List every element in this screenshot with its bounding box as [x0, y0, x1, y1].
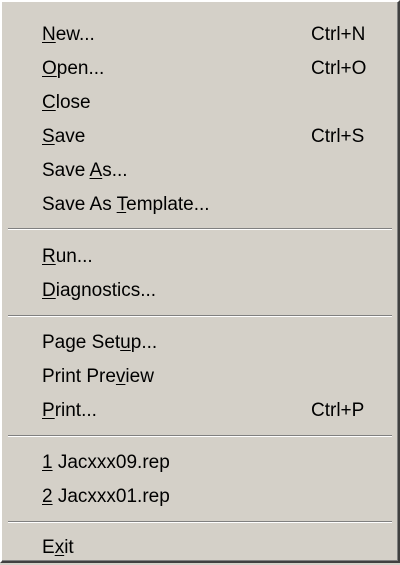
menu-item-save-as-template[interactable]: Save As Template... [2, 188, 398, 222]
menu-item-open-shortcut: Ctrl+O [311, 58, 367, 79]
menu-item-close-label: Close [42, 92, 91, 113]
menu-item-print-shortcut: Ctrl+P [311, 400, 365, 421]
menu-item-page-setup[interactable]: Page Setup... [2, 326, 398, 360]
menu-item-diagnostics[interactable]: Diagnostics... [2, 274, 398, 308]
menu-item-save[interactable]: Save Ctrl+S [2, 120, 398, 154]
menu-item-save-label: Save [42, 126, 86, 147]
menu-item-recent-file-2-label: 2 Jacxxx01.rep [42, 486, 170, 507]
menu-item-run[interactable]: Run... [2, 240, 398, 274]
menu-item-new[interactable]: New... Ctrl+N [2, 18, 398, 52]
menu-item-print-preview[interactable]: Print Preview [2, 360, 398, 394]
menu-item-new-label: New... [42, 24, 95, 45]
menu-item-exit[interactable]: Exit [2, 531, 398, 565]
menu-item-page-setup-label: Page Setup... [42, 332, 158, 353]
menu-item-open[interactable]: Open... Ctrl+O [2, 52, 398, 86]
menu-item-diagnostics-label: Diagnostics... [42, 280, 157, 301]
menu-separator [8, 228, 392, 230]
file-menu: New... Ctrl+N Open... Ctrl+O Close Save … [0, 0, 400, 563]
menu-separator [8, 435, 392, 437]
menu-item-save-as-template-label: Save As Template... [42, 194, 210, 215]
menu-item-save-as[interactable]: Save As... [2, 154, 398, 188]
menu-item-exit-label: Exit [42, 537, 74, 558]
menu-item-print-label: Print... [42, 400, 97, 421]
menu-item-save-shortcut: Ctrl+S [311, 126, 365, 147]
menu-item-run-label: Run... [42, 246, 93, 267]
menu-item-recent-file-1[interactable]: 1 Jacxxx09.rep [2, 446, 398, 480]
menu-item-recent-file-1-label: 1 Jacxxx09.rep [42, 452, 170, 473]
menu-item-save-as-label: Save As... [42, 160, 128, 181]
menu-item-new-shortcut: Ctrl+N [311, 24, 366, 45]
menu-item-print-preview-label: Print Preview [42, 366, 154, 387]
menu-separator [8, 315, 392, 317]
menu-item-open-label: Open... [42, 58, 105, 79]
menu-item-close[interactable]: Close [2, 86, 398, 120]
menu-item-recent-file-2[interactable]: 2 Jacxxx01.rep [2, 480, 398, 514]
menu-item-print[interactable]: Print... Ctrl+P [2, 394, 398, 428]
menu-separator [8, 521, 392, 523]
